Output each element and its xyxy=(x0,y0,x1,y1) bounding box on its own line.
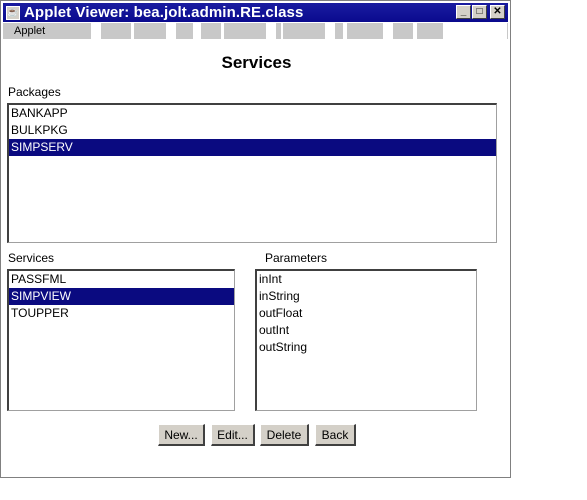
parameters-label: Parameters xyxy=(265,251,328,265)
packages-list[interactable]: BANKAPP BULKPKG SIMPSERV xyxy=(7,103,497,243)
package-list-item[interactable]: BULKPKG xyxy=(9,122,496,139)
parameter-list-item[interactable]: inInt xyxy=(257,271,476,288)
page-title: Services xyxy=(221,53,292,72)
service-list-item[interactable]: PASSFML xyxy=(9,271,234,288)
packages-label: Packages xyxy=(8,85,61,99)
menu-bar: Applet xyxy=(3,23,508,39)
parameter-list-item[interactable]: outString xyxy=(257,339,476,356)
parameter-list-item[interactable]: inString xyxy=(257,288,476,305)
services-label: Services xyxy=(8,251,55,265)
applet-window-icon[interactable]: ☕ xyxy=(6,5,20,20)
back-button[interactable]: Back xyxy=(315,424,356,446)
package-list-item[interactable]: BANKAPP xyxy=(9,105,496,122)
service-list-item[interactable]: TOUPPER xyxy=(9,305,234,322)
parameter-list-item[interactable]: outInt xyxy=(257,322,476,339)
service-list-item[interactable]: SIMPVIEW xyxy=(9,288,234,305)
window-title: Applet Viewer: bea.jolt.admin.RE.class xyxy=(24,4,304,21)
close-button[interactable]: ✕ xyxy=(490,5,505,19)
services-list[interactable]: PASSFML SIMPVIEW TOUPPER xyxy=(7,269,235,411)
minimize-button[interactable]: _ xyxy=(456,5,471,19)
new-button[interactable]: New... xyxy=(158,424,205,446)
delete-button[interactable]: Delete xyxy=(260,424,309,446)
applet-viewer-window: ☕ Applet Viewer: bea.jolt.admin.RE.class… xyxy=(0,0,511,478)
window-controls: _ □ ✕ xyxy=(456,5,505,19)
package-list-item[interactable]: SIMPSERV xyxy=(9,139,496,156)
menu-applet[interactable]: Applet xyxy=(3,23,57,39)
edit-button[interactable]: Edit... xyxy=(211,424,255,446)
parameters-list[interactable]: inInt inString outFloat outInt outString xyxy=(255,269,477,411)
title-bar[interactable]: ☕ Applet Viewer: bea.jolt.admin.RE.class… xyxy=(3,3,508,22)
parameter-list-item[interactable]: outFloat xyxy=(257,305,476,322)
maximize-button[interactable]: □ xyxy=(472,5,487,19)
